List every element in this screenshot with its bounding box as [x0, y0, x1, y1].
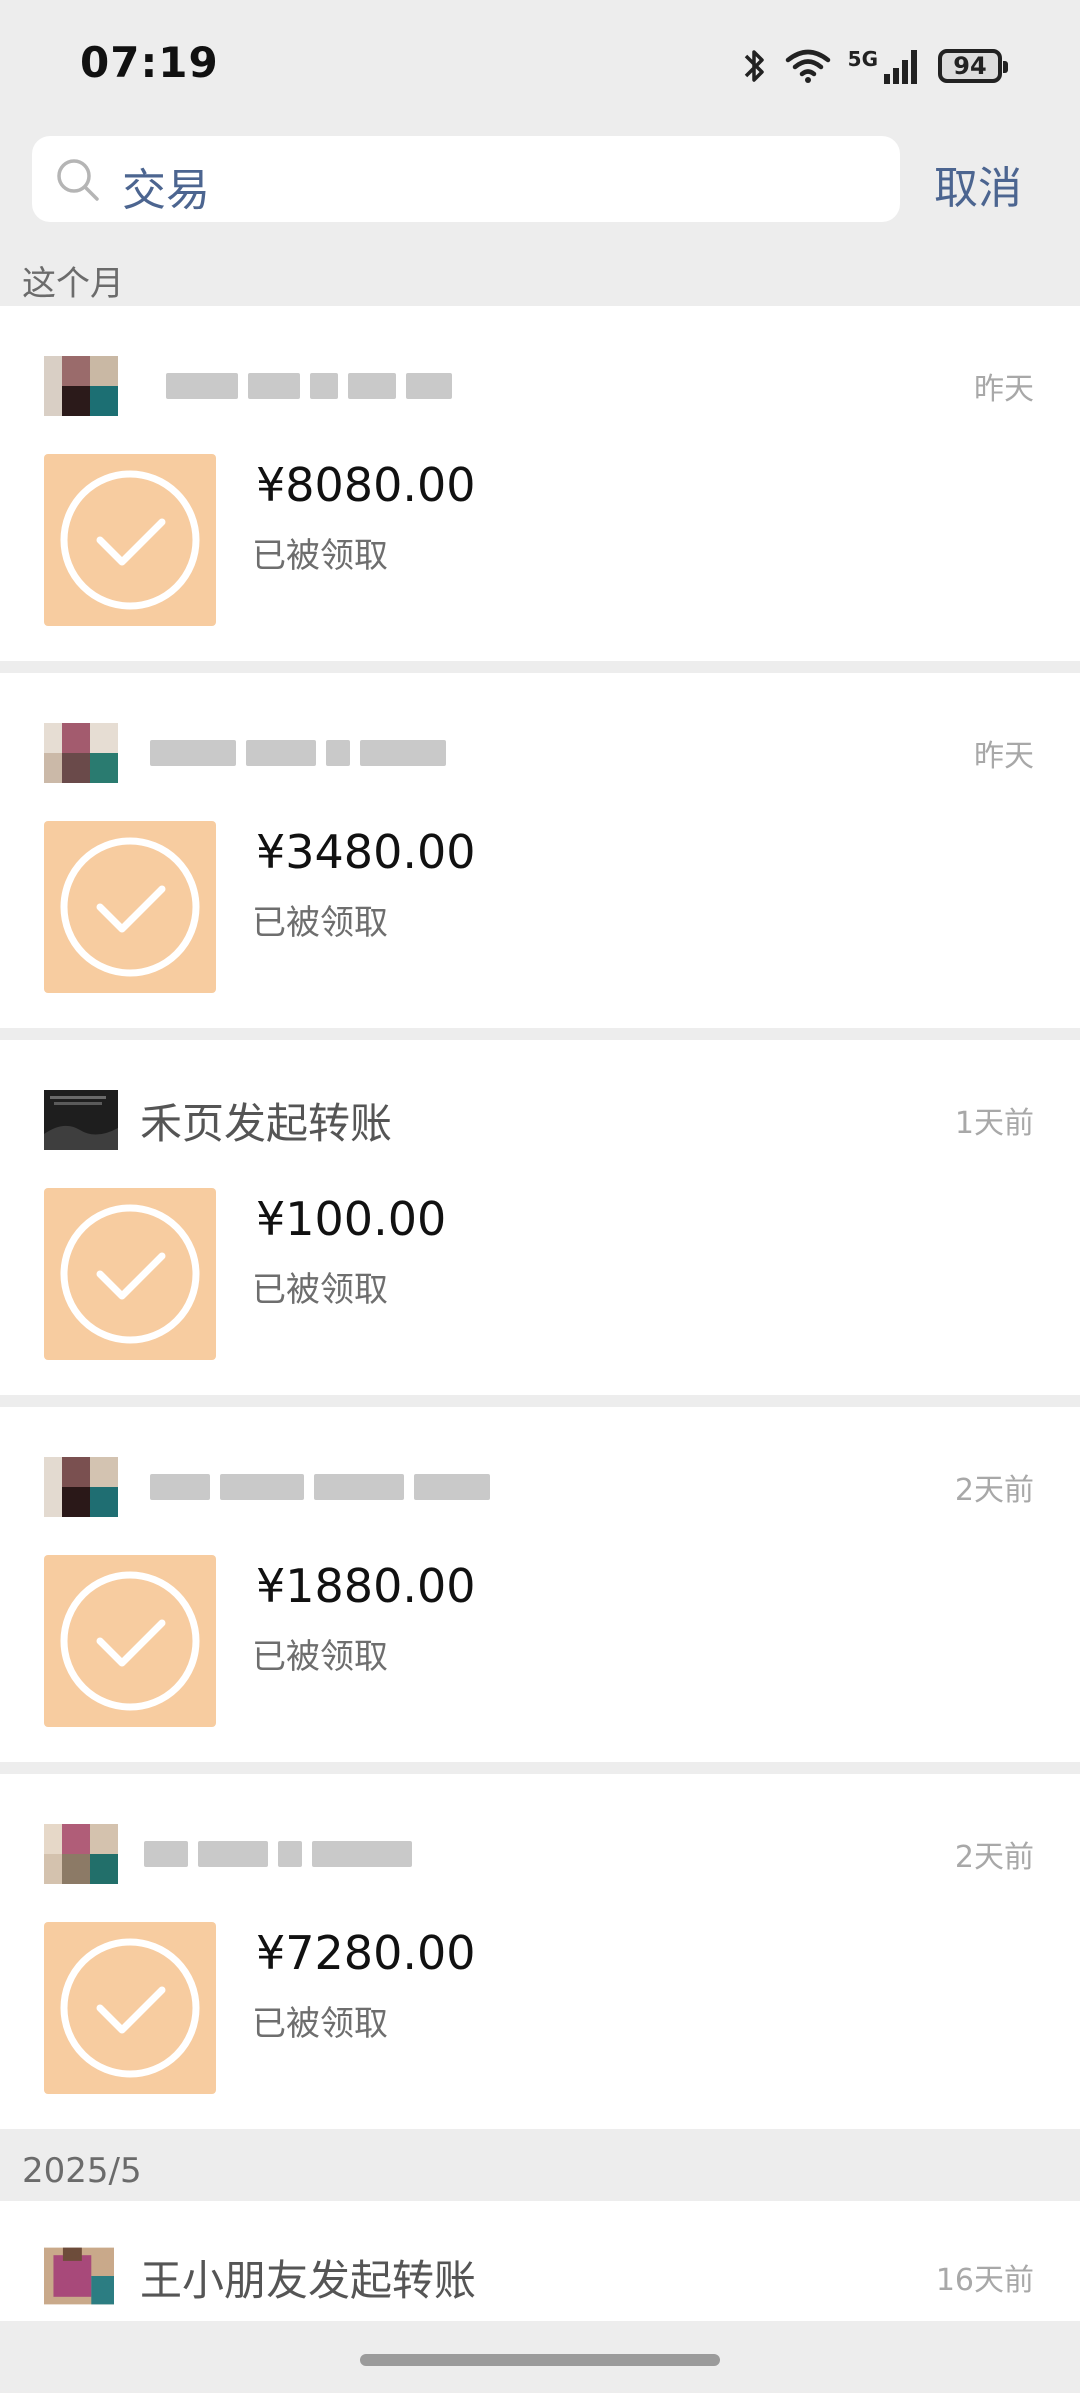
status-bar: 07:19 5G 94	[0, 0, 1080, 130]
transaction-card[interactable]: 王小朋友发起转账 16天前	[0, 2201, 1080, 2321]
search-icon	[57, 159, 99, 201]
section-label: 这个月	[22, 264, 124, 304]
avatar	[44, 723, 118, 783]
transfer-received-icon	[44, 454, 216, 626]
avatar	[44, 356, 118, 416]
transaction-card[interactable]: 禾页发起转账 1天前 ¥100.00 已被领取	[0, 1040, 1080, 1395]
sender-name-redacted	[144, 1840, 412, 1868]
transaction-time: 1天前	[954, 1106, 1034, 1141]
claim-status: 已被领取	[252, 2004, 388, 2044]
home-indicator[interactable]	[360, 2354, 720, 2366]
network-type: 5G	[847, 47, 878, 71]
transfer-received-icon	[44, 821, 216, 993]
claim-status: 已被领取	[252, 903, 388, 943]
transaction-card[interactable]: 2天前 ¥7280.00 已被领取	[0, 1774, 1080, 2129]
section-label: 2025/5	[22, 2151, 142, 2191]
claim-status: 已被领取	[252, 1270, 388, 1310]
sender-name-redacted	[166, 372, 452, 400]
status-time: 07:19	[80, 38, 219, 87]
transfer-received-icon	[44, 1922, 216, 2094]
transaction-title: 禾页发起转账	[140, 1099, 393, 1148]
transaction-time: 2天前	[954, 1473, 1034, 1508]
avatar	[44, 2241, 114, 2311]
transaction-time: 昨天	[974, 739, 1034, 774]
wifi-icon	[785, 49, 830, 83]
sender-name-redacted	[150, 739, 446, 767]
status-icons: 5G 94	[740, 44, 1008, 88]
battery-icon: 94	[938, 49, 1008, 83]
transaction-time: 16天前	[935, 2263, 1034, 2298]
avatar	[44, 1824, 118, 1884]
transaction-amount: ¥3480.00	[256, 825, 476, 879]
claim-status: 已被领取	[252, 536, 388, 576]
transaction-amount: ¥7280.00	[256, 1926, 476, 1980]
transaction-time: 昨天	[974, 372, 1034, 407]
transaction-card[interactable]: 昨天 ¥8080.00 已被领取	[0, 306, 1080, 661]
bluetooth-icon	[744, 50, 764, 82]
avatar	[44, 1090, 118, 1150]
transaction-amount: ¥8080.00	[256, 458, 476, 512]
sender-name-redacted	[150, 1473, 490, 1501]
battery-level: 94	[953, 52, 987, 80]
signal-icon	[884, 50, 917, 84]
transaction-amount: ¥100.00	[256, 1192, 447, 1246]
transaction-title: 王小朋友发起转账	[140, 2256, 477, 2305]
cancel-button[interactable]: 取消	[934, 152, 1022, 216]
transfer-received-icon	[44, 1555, 216, 1727]
search-row: 交易 取消	[0, 132, 1080, 232]
claim-status: 已被领取	[252, 1637, 388, 1677]
transaction-amount: ¥1880.00	[256, 1559, 476, 1613]
transaction-time: 2天前	[954, 1840, 1034, 1875]
avatar	[44, 1457, 118, 1517]
section-header-this-month: 这个月	[0, 246, 1080, 306]
transaction-card[interactable]: 昨天 ¥3480.00 已被领取	[0, 673, 1080, 1028]
search-input[interactable]: 交易	[32, 136, 900, 222]
search-query: 交易	[122, 165, 210, 216]
transaction-card[interactable]: 2天前 ¥1880.00 已被领取	[0, 1407, 1080, 1762]
transfer-received-icon	[44, 1188, 216, 1360]
section-header-2025-5: 2025/5	[0, 2141, 1080, 2201]
